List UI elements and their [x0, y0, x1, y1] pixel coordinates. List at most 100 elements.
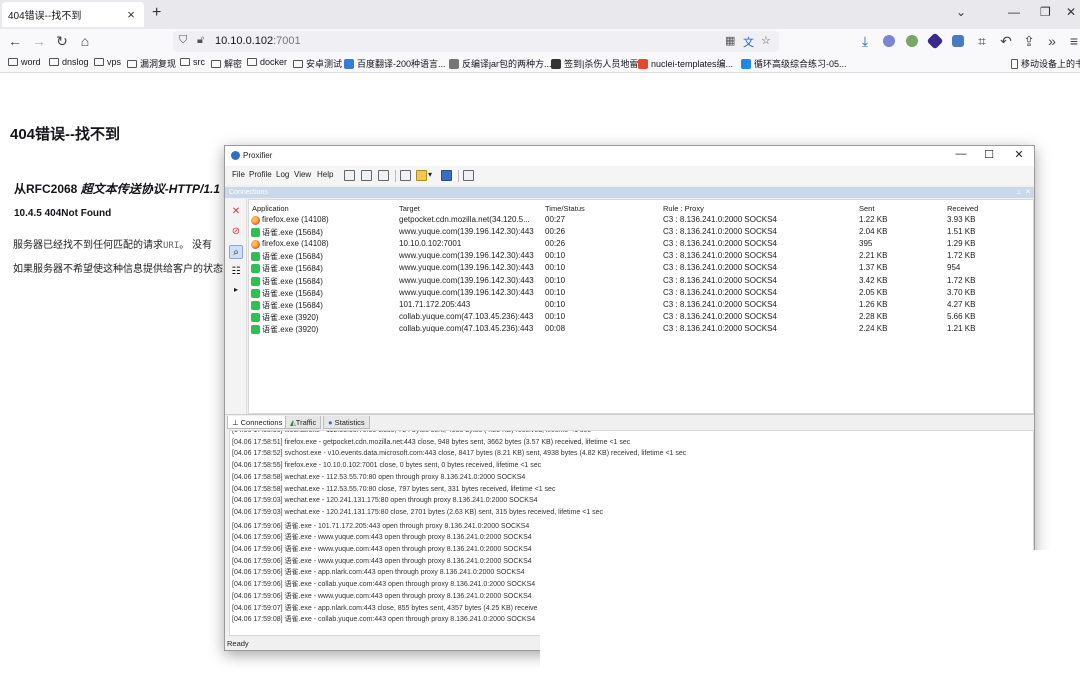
bookmark-link[interactable]: 循环高级综合练习-05...: [741, 57, 847, 70]
column-header[interactable]: Application: [252, 204, 289, 213]
menu-profile[interactable]: Profile: [249, 170, 272, 179]
table-row[interactable]: firefox.exe (14108) getpocket.cdn.mozilla…: [249, 215, 1033, 227]
insecure-lock-icon[interactable]: 🔓︎: [197, 34, 204, 47]
column-header[interactable]: Sent: [859, 204, 874, 213]
url-bar[interactable]: ⛉ 🔓︎ 10.10.0.102:7001 ▦ 文 ☆: [173, 31, 779, 52]
menu-log[interactable]: Log: [276, 170, 289, 179]
link-icon: [638, 58, 648, 69]
extension-icon[interactable]: [883, 35, 895, 47]
column-header[interactable]: Target: [399, 204, 420, 213]
cell-time: 00:10: [545, 311, 566, 321]
menu-file[interactable]: File: [232, 170, 245, 179]
yuque-icon: [251, 324, 260, 334]
undo-icon[interactable]: ↶: [998, 33, 1014, 50]
columns-icon[interactable]: ☷: [229, 265, 243, 279]
overflow-chevron-icon[interactable]: »: [1044, 33, 1060, 49]
site-info-icon[interactable]: ⛉: [179, 34, 187, 47]
bookmark-folder[interactable]: 解密: [211, 57, 242, 70]
proxy-servers-icon[interactable]: [344, 170, 355, 181]
expand-arrow-icon[interactable]: ▸: [229, 283, 243, 297]
bookmark-folder[interactable]: vps: [94, 57, 121, 67]
new-tab-icon[interactable]: +: [152, 4, 166, 22]
bookmark-mobile[interactable]: 移动设备上的书签: [1011, 57, 1080, 70]
proxifier-logo-icon: [231, 151, 240, 160]
bookmark-link[interactable]: 签到|杀伤人员地雷: [551, 57, 638, 70]
column-header[interactable]: Rule : Proxy: [663, 204, 704, 213]
bookmark-folder[interactable]: 漏洞复现: [127, 57, 176, 70]
open-profile-icon[interactable]: [416, 170, 427, 181]
bookmark-folder[interactable]: dnslog: [49, 57, 89, 67]
extension-icon[interactable]: [926, 32, 944, 50]
tab-traffic[interactable]: ◭Traffic: [285, 416, 322, 429]
table-row[interactable]: 语雀.exe (15684) www.yuque.com(139.196.142.…: [249, 276, 1033, 288]
yuque-icon: [251, 312, 260, 322]
cell-received: 1.21 KB: [947, 323, 976, 333]
pin-icon[interactable]: ⊥: [1016, 187, 1022, 198]
close-tab-icon[interactable]: ×: [124, 7, 138, 22]
menu-icon[interactable]: ≡: [1066, 33, 1080, 49]
table-row[interactable]: 语雀.exe (15684) www.yuque.com(139.196.142.…: [249, 263, 1033, 275]
name-resolution-icon[interactable]: [378, 170, 389, 181]
proxifier-title-bar[interactable]: Proxifier — ☐ ✕: [225, 146, 1034, 166]
table-row[interactable]: 语雀.exe (3920) collab.yuque.com(47.103.45.…: [249, 312, 1033, 324]
browser-tab[interactable]: 404错误--找不到 ×: [2, 2, 144, 27]
menu-help[interactable]: Help: [317, 170, 333, 179]
restore-window-icon[interactable]: ❐: [1040, 5, 1051, 19]
yuque-icon: [251, 276, 260, 286]
proxification-rules-icon[interactable]: [361, 170, 372, 181]
unlink-icon[interactable]: ⊘: [229, 225, 243, 239]
qr-code-icon[interactable]: ▦: [725, 34, 735, 47]
table-row[interactable]: 语雀.exe (15684) www.yuque.com(139.196.142.…: [249, 251, 1033, 263]
log-line: [04.06 17:58:51] firefox.exe - getpocket…: [232, 438, 631, 446]
minimize-window-icon[interactable]: —: [1008, 5, 1020, 19]
new-profile-icon[interactable]: [400, 170, 411, 181]
bookmark-link[interactable]: 百度翻译-200种语言...: [344, 57, 446, 70]
close-window-icon[interactable]: ✕: [1066, 5, 1076, 19]
home-icon[interactable]: ⌂: [77, 33, 93, 49]
menu-view[interactable]: View: [294, 170, 311, 179]
share-icon[interactable]: ⇪: [1021, 33, 1037, 50]
table-row[interactable]: 语雀.exe (15684) www.yuque.com(139.196.142.…: [249, 288, 1033, 300]
folder-icon: [180, 58, 190, 66]
back-icon[interactable]: ←: [7, 33, 23, 49]
tab-list-chevron-icon[interactable]: ⌄: [956, 5, 966, 19]
tab-connections[interactable]: ⊥ Connections: [227, 416, 288, 429]
bookmark-link[interactable]: 反编译jar包的两种方...: [449, 57, 552, 70]
close-icon[interactable]: ✕: [1011, 148, 1027, 161]
table-row[interactable]: 语雀.exe (15684) 101.71.172.205:443 00:10 C3 …: [249, 300, 1033, 312]
search-icon[interactable]: ⌕: [229, 245, 243, 259]
log-line: [04.06 17:58:58] wechat.exe - 112.53.55.…: [232, 485, 556, 493]
forward-icon[interactable]: →: [31, 33, 47, 49]
reload-icon[interactable]: ↻: [54, 33, 70, 50]
link-icon: [551, 58, 561, 69]
bookmark-folder[interactable]: docker: [247, 57, 287, 67]
column-header[interactable]: Time/Status: [545, 204, 585, 213]
bookmark-folder[interactable]: 安卓测试: [293, 57, 342, 70]
cell-received: 4.27 KB: [947, 299, 976, 309]
translate-extension-icon[interactable]: [952, 35, 964, 47]
translate-icon[interactable]: 文: [743, 34, 754, 50]
yuque-icon: [251, 300, 260, 310]
bookmark-link[interactable]: nuclei-templates编...: [638, 57, 733, 70]
dropdown-chevron-icon[interactable]: ▾: [428, 170, 432, 179]
close-panel-icon[interactable]: ✕: [1025, 187, 1031, 198]
bookmark-star-icon[interactable]: ☆: [761, 34, 771, 47]
table-row[interactable]: 语雀.exe (15684) www.yuque.com(139.196.142.…: [249, 227, 1033, 239]
downloads-icon[interactable]: ⤓: [857, 33, 873, 50]
table-row[interactable]: 语雀.exe (3920) collab.yuque.com(47.103.45.…: [249, 324, 1033, 336]
tab-statistics[interactable]: ● Statistics: [323, 416, 370, 429]
cell-rule: C3 : 8.136.241.0:2000 SOCKS4: [663, 287, 777, 297]
url-text[interactable]: 10.10.0.102:7001: [215, 35, 301, 47]
table-row[interactable]: firefox.exe (14108) 10.10.0.102:7001 00:26…: [249, 239, 1033, 251]
bookmark-folder[interactable]: src: [180, 57, 205, 67]
column-header[interactable]: Received: [947, 204, 978, 213]
cell-app: 语雀.exe (15684): [262, 288, 323, 298]
close-connection-icon[interactable]: ✕: [229, 205, 243, 219]
clipboard-icon[interactable]: [463, 170, 474, 181]
extension-icon[interactable]: [906, 35, 918, 47]
save-profile-icon[interactable]: [441, 170, 452, 181]
minimize-icon[interactable]: —: [953, 148, 969, 160]
crop-icon[interactable]: ⌗: [974, 33, 990, 50]
bookmark-folder[interactable]: word: [8, 57, 41, 67]
maximize-icon[interactable]: ☐: [981, 148, 997, 161]
